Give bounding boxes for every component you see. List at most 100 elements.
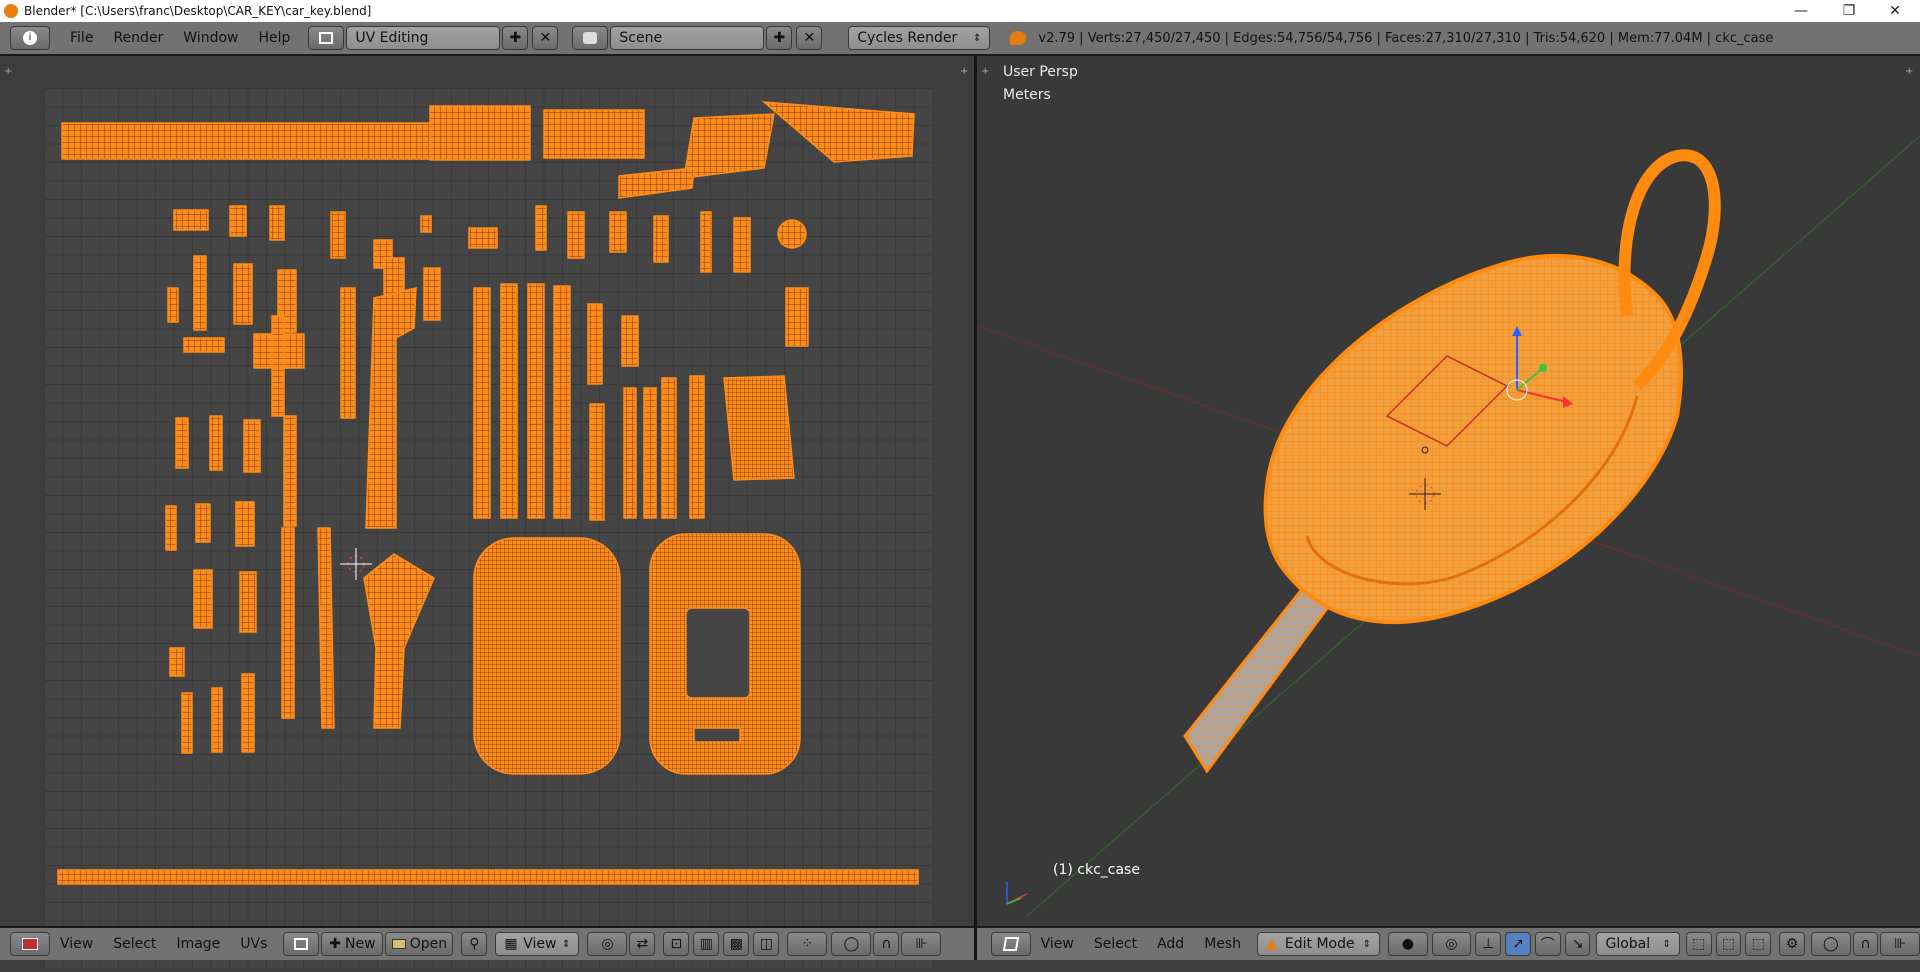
uv-island — [777, 219, 807, 249]
image-browse-button[interactable] — [283, 932, 320, 956]
manipulator-toggle-button[interactable]: ⊥ — [1475, 932, 1502, 956]
render-engine-select[interactable]: Cycles Render ⇕ — [848, 26, 991, 50]
close-window-button[interactable]: ✕ — [1874, 0, 1916, 22]
vertex-select-button[interactable]: ⊡ — [663, 932, 690, 956]
scene-browse-button[interactable] — [572, 26, 609, 50]
uv-image-editor[interactable]: + + — [0, 56, 974, 968]
add-screen-button[interactable]: ✚ — [502, 26, 529, 50]
area-corner-icon[interactable]: + — [960, 66, 970, 77]
uv-island — [700, 211, 712, 273]
uv-sync-selection-button[interactable]: ⇄ — [629, 932, 656, 956]
uv-island — [169, 647, 185, 677]
proportional-edit-button[interactable]: ◯ — [1810, 932, 1851, 956]
vertex-select-mode-button[interactable]: ⬚ — [1685, 932, 1712, 956]
menu-window[interactable]: Window — [173, 21, 248, 55]
snap-toggle-button[interactable]: ∩ — [1852, 932, 1879, 956]
maximize-button[interactable]: ❐ — [1828, 0, 1870, 22]
open-image-button[interactable]: Open — [385, 932, 454, 956]
snap-toggle-button[interactable]: ∩ — [873, 932, 900, 956]
uv-island — [761, 101, 915, 163]
interaction-mode-select[interactable]: ▲ Edit Mode ⇕ — [1257, 932, 1381, 956]
uv-island — [553, 285, 571, 519]
uv-island — [535, 205, 547, 251]
uv-island — [468, 227, 498, 249]
minimize-button[interactable]: — — [1780, 0, 1822, 22]
edge-select-mode-button[interactable]: ⬚ — [1715, 932, 1742, 956]
viewport-shading-button[interactable]: ● — [1388, 932, 1428, 956]
uv-menu-view[interactable]: View — [50, 927, 103, 961]
island-select-button[interactable]: ◫ — [753, 932, 780, 956]
scene-field[interactable]: Scene — [610, 26, 765, 50]
view3d-menu-view[interactable]: View — [1031, 927, 1084, 961]
pivot-point-button[interactable]: ◎ — [587, 932, 628, 956]
edge-select-button[interactable]: ▥ — [693, 932, 720, 956]
view-axis-widget — [1006, 882, 1028, 905]
view-icon: ▦ — [504, 936, 518, 952]
sticky-selection-button[interactable]: ⁘ — [787, 932, 828, 956]
uv-island — [683, 113, 775, 179]
face-select-mode-button[interactable]: ⬚ — [1745, 932, 1772, 956]
vertex-select-icon: ⊡ — [670, 936, 683, 952]
scene-name: Scene — [619, 30, 663, 46]
window-titlebar: Blender* [C:\Users\franc\Desktop\CAR_KEY… — [0, 0, 1920, 22]
proportional-icon: ◯ — [843, 936, 860, 952]
editor-type-button[interactable] — [991, 932, 1031, 956]
rotate-manipulator-button[interactable]: ⌒ — [1534, 932, 1561, 956]
view3d-menu-select[interactable]: Select — [1084, 927, 1147, 961]
menu-render[interactable]: Render — [103, 21, 173, 55]
screen-layout-field[interactable]: UV Editing — [346, 26, 501, 50]
scale-manipulator-button[interactable]: ↘ — [1564, 932, 1591, 956]
uv-island — [365, 287, 417, 529]
uv-menu-uvs[interactable]: UVs — [230, 927, 277, 961]
screen-layout-browse-button[interactable] — [308, 26, 345, 50]
info-header: i File Render Window Help UV Editing ✚ ✕… — [0, 22, 1920, 56]
uv-island — [209, 415, 223, 471]
uv-island — [271, 315, 285, 417]
3d-view-header: View Select Add Mesh ▲ Edit Mode ⇕ ● ◎ ⊥… — [977, 926, 1920, 960]
uv-menu-image[interactable]: Image — [166, 927, 230, 961]
menu-help[interactable]: Help — [248, 21, 300, 55]
new-image-button[interactable]: ✚ New — [321, 932, 384, 956]
transform-orientation-select[interactable]: Global ⇕ — [1596, 932, 1680, 956]
uv-menu-select[interactable]: Select — [103, 927, 166, 961]
rotate-icon: ⌒ — [1540, 937, 1555, 953]
proportional-edit-button[interactable]: ◯ — [831, 932, 872, 956]
view3d-menu-mesh[interactable]: Mesh — [1194, 927, 1251, 961]
image-view-mode-select[interactable]: ▦ View ⇕ — [495, 932, 580, 956]
main-menu: File Render Window Help — [60, 21, 300, 55]
pivot-point-button[interactable]: ◎ — [1431, 932, 1472, 956]
pin-image-button[interactable]: ⚲ — [461, 932, 488, 956]
uv-island — [689, 375, 705, 519]
editor-type-info-button[interactable]: i — [10, 26, 50, 50]
manipulator-icon: ⊥ — [1482, 936, 1495, 952]
view3d-menu-add[interactable]: Add — [1147, 927, 1194, 961]
face-select-button[interactable]: ▩ — [723, 932, 750, 956]
3d-viewport[interactable]: + + User Persp Meters (1) ckc_case — [977, 56, 1920, 926]
snap-element-button[interactable]: ⊪ — [901, 932, 942, 956]
snap-element-button[interactable]: ⊪ — [1880, 932, 1920, 956]
translate-manipulator-button[interactable]: ↗ — [1505, 932, 1531, 956]
new-image-label: New — [345, 936, 376, 952]
limit-selection-button[interactable]: ⚙ — [1779, 932, 1805, 956]
menu-file[interactable]: File — [60, 21, 103, 55]
uv-island — [733, 217, 751, 273]
scale-icon: ↘ — [1571, 936, 1584, 952]
scene-statistics: v2.79 | Verts:27,450/27,450 | Edges:54,7… — [1038, 30, 1774, 46]
uv-grid-canvas[interactable] — [44, 88, 932, 968]
uv-island — [429, 105, 531, 161]
add-scene-button[interactable]: ✚ — [766, 26, 793, 50]
uv-island — [241, 673, 255, 753]
layout-grid-icon — [319, 32, 334, 44]
uv-island — [618, 167, 695, 199]
delete-scene-button[interactable]: ✕ — [796, 26, 823, 50]
delete-screen-button[interactable]: ✕ — [532, 26, 559, 50]
scene-icon — [583, 32, 598, 44]
uv-island — [283, 415, 297, 527]
pin-icon: ⚲ — [469, 936, 480, 952]
area-corner-icon[interactable]: + — [4, 66, 14, 77]
island-select-icon: ◫ — [759, 936, 774, 952]
uv-island — [167, 287, 179, 323]
snap-element-icon: ⊪ — [915, 936, 928, 952]
plus-icon: ✚ — [773, 30, 786, 46]
editor-type-button[interactable] — [10, 932, 50, 956]
